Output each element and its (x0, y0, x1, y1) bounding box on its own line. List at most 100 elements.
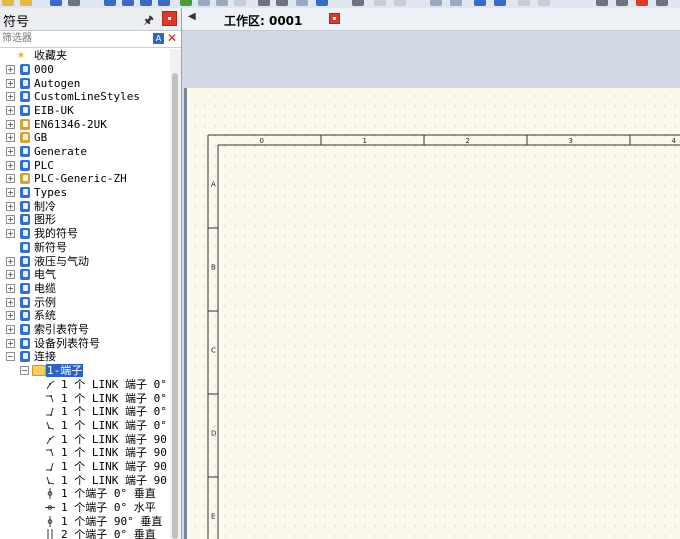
symbol-item[interactable]: 1 个端子 0° 垂直 (0, 487, 170, 500)
clear-filter-icon[interactable]: ✕ (167, 31, 177, 45)
tree-item[interactable]: + 000 (0, 63, 170, 76)
tree-item[interactable]: + EN61346-2UK (0, 118, 170, 131)
collapse-icon[interactable]: − (6, 352, 15, 361)
expand-icon[interactable]: + (6, 106, 15, 115)
tree-item[interactable]: + 液压与气动 (0, 255, 170, 268)
panel-close-button[interactable] (162, 11, 177, 26)
expand-icon[interactable]: + (6, 202, 15, 211)
save-icon[interactable] (50, 0, 62, 6)
symbol-item[interactable]: 1 个 LINK 端子 90 (0, 460, 170, 473)
expand-icon[interactable]: + (6, 174, 15, 183)
zoom-in-icon[interactable] (198, 0, 210, 6)
tree-item[interactable]: + GB (0, 131, 170, 144)
refresh-icon[interactable] (180, 0, 192, 6)
marker-icon[interactable] (636, 0, 648, 6)
tree-item[interactable]: + Generate (0, 145, 170, 158)
text-icon[interactable] (656, 0, 668, 6)
expand-icon[interactable]: + (6, 325, 15, 334)
grid-select-icon[interactable] (276, 0, 288, 6)
measure-icon[interactable] (596, 0, 608, 6)
connect-icon[interactable] (494, 0, 506, 6)
symbol-item[interactable]: 1 个 LINK 端子 90 (0, 446, 170, 459)
frame-icon[interactable] (616, 0, 628, 6)
tree-item-favorites[interactable]: ★ 收藏夹 (0, 49, 170, 62)
tree-folder-selected[interactable]: − 1-端子 (0, 364, 170, 377)
library-icon (20, 228, 30, 239)
move-icon[interactable] (296, 0, 308, 6)
tree-item[interactable]: + 电缆 (0, 282, 170, 295)
tree-item[interactable]: 新符号 (0, 241, 170, 254)
tree-item[interactable]: + 图形 (0, 213, 170, 226)
filter-options-icon[interactable]: A (153, 33, 164, 44)
tree-item-label: 1 个 LINK 端子 90 (61, 433, 167, 446)
expand-icon[interactable]: + (6, 229, 15, 238)
redo-icon[interactable] (538, 0, 550, 6)
symbol-item[interactable]: 1 个 LINK 端子 90 (0, 433, 170, 446)
expand-icon[interactable]: + (6, 284, 15, 293)
tree-item[interactable]: + Types (0, 186, 170, 199)
filter-input[interactable] (2, 32, 148, 45)
open-icon[interactable] (2, 0, 14, 6)
symbol-item[interactable]: 1 个 LINK 端子 0° (0, 378, 170, 391)
symbol-item[interactable]: 1 个端子 0° 水平 (0, 501, 170, 514)
grid-icon[interactable] (316, 0, 328, 6)
expand-icon[interactable]: + (6, 270, 15, 279)
expand-icon[interactable]: + (6, 65, 15, 74)
tree-item[interactable]: + EIB-UK (0, 104, 170, 117)
undo-icon[interactable] (518, 0, 530, 6)
circle-icon[interactable] (394, 0, 406, 6)
collapse-icon[interactable]: − (20, 366, 29, 375)
page-icon[interactable] (140, 0, 152, 6)
tab-close-button[interactable] (329, 13, 340, 24)
print-icon[interactable] (68, 0, 80, 6)
expand-icon[interactable]: + (6, 147, 15, 156)
expand-icon[interactable]: + (6, 311, 15, 320)
tree-item-expanded[interactable]: − 连接 (0, 350, 170, 363)
symbol-item[interactable]: 1 个端子 90° 垂直 (0, 515, 170, 528)
tree-item[interactable]: + 系统 (0, 309, 170, 322)
import-icon[interactable] (158, 0, 170, 6)
zoom-out-icon[interactable] (216, 0, 228, 6)
expand-icon[interactable]: + (6, 79, 15, 88)
pointer-icon[interactable] (258, 0, 270, 6)
symbol-icon[interactable] (474, 0, 486, 6)
tab-workspace-0001[interactable]: 工作区: 0001 (224, 12, 302, 29)
expand-icon[interactable]: + (6, 133, 15, 142)
symbol-item[interactable]: 1 个 LINK 端子 90 (0, 474, 170, 487)
expand-icon[interactable]: + (6, 298, 15, 307)
expand-icon[interactable]: + (6, 120, 15, 129)
tree-item[interactable]: + PLC (0, 159, 170, 172)
expand-icon[interactable]: + (6, 215, 15, 224)
expand-icon[interactable]: + (6, 92, 15, 101)
expand-icon[interactable]: + (6, 188, 15, 197)
tab-scroll-left-icon[interactable]: ◀ (188, 11, 196, 22)
expand-icon[interactable]: + (6, 257, 15, 266)
symbol-item[interactable]: 1 个 LINK 端子 0° (0, 419, 170, 432)
polyline-icon[interactable] (450, 0, 462, 6)
tree-item[interactable]: + 设备列表符号 (0, 337, 170, 350)
tree-item[interactable]: + 我的符号 (0, 227, 170, 240)
scrollbar-thumb[interactable] (172, 73, 178, 539)
symbol-item[interactable]: 1 个 LINK 端子 0° (0, 405, 170, 418)
copy-icon[interactable] (104, 0, 116, 6)
expand-icon[interactable]: + (6, 161, 15, 170)
symbol-item[interactable]: 2 个端子 0° 垂直 (0, 528, 170, 539)
tree-item[interactable]: + CustomLineStyles (0, 90, 170, 103)
eraser-icon[interactable] (234, 0, 246, 6)
tree-item[interactable]: + Autogen (0, 77, 170, 90)
tree-item[interactable]: + PLC-Generic-ZH (0, 172, 170, 185)
symbol-item[interactable]: 1 个 LINK 端子 0° (0, 392, 170, 405)
tree-item[interactable]: + 索引表符号 (0, 323, 170, 336)
paste-icon[interactable] (122, 0, 134, 6)
rectangle-icon[interactable] (374, 0, 386, 6)
tree-item[interactable]: + 制冷 (0, 200, 170, 213)
tree-item[interactable]: + 电气 (0, 268, 170, 281)
expand-icon[interactable]: + (6, 339, 15, 348)
pin-icon[interactable]: 🖈 (143, 11, 154, 32)
drawing-canvas[interactable] (187, 88, 680, 539)
tree-scrollbar[interactable] (170, 49, 181, 539)
tree-item[interactable]: + 示例 (0, 296, 170, 309)
arc-icon[interactable] (430, 0, 442, 6)
edit-icon[interactable] (20, 0, 32, 6)
line-icon[interactable] (352, 0, 364, 6)
